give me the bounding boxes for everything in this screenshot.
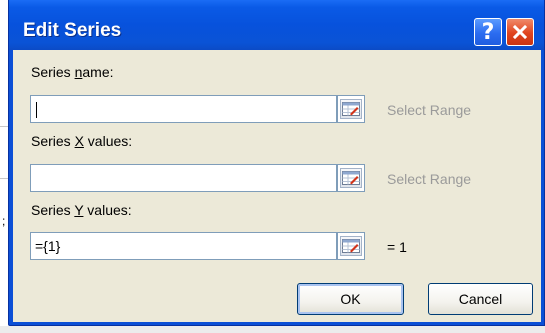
series-y-values-label: Series Y values: [31,202,132,218]
series-name-input[interactable] [30,95,337,123]
series-y-values-value: ={1} [35,238,61,254]
series-y-result-text: = 1 [387,239,407,255]
close-icon [512,24,528,40]
close-button[interactable] [506,18,534,46]
series-y-values-input[interactable]: ={1} [30,232,337,260]
help-icon: ? [481,19,495,45]
background-text: ; [2,214,6,228]
series-x-select-range-text: Select Range [387,171,472,187]
cancel-button-label: Cancel [458,291,503,307]
help-button[interactable]: ? [474,18,502,46]
text-caret [36,102,37,119]
ok-button-label: OK [340,291,361,307]
series-name-select-range-text: Select Range [387,102,472,118]
range-picker-icon [340,99,362,119]
background-strip [0,326,545,333]
series-y-range-picker-button[interactable] [337,232,365,260]
range-picker-icon [340,168,362,188]
dialog-body: Series name: Select Range Series X value… [13,50,541,322]
series-x-values-label: Series X values: [31,133,133,149]
dialog-title: Edit Series [23,20,122,41]
edit-series-dialog: Edit Series ? Series name: Select Range … [8,0,545,326]
series-x-range-picker-button[interactable] [337,164,365,192]
series-x-values-input[interactable] [30,164,337,192]
series-name-range-picker-button[interactable] [337,95,365,123]
series-name-label: Series name: [31,64,114,80]
cancel-button[interactable]: Cancel [428,283,533,315]
title-bar[interactable]: Edit Series ? [9,0,544,50]
ok-button[interactable]: OK [297,283,404,315]
range-picker-icon [340,236,362,256]
